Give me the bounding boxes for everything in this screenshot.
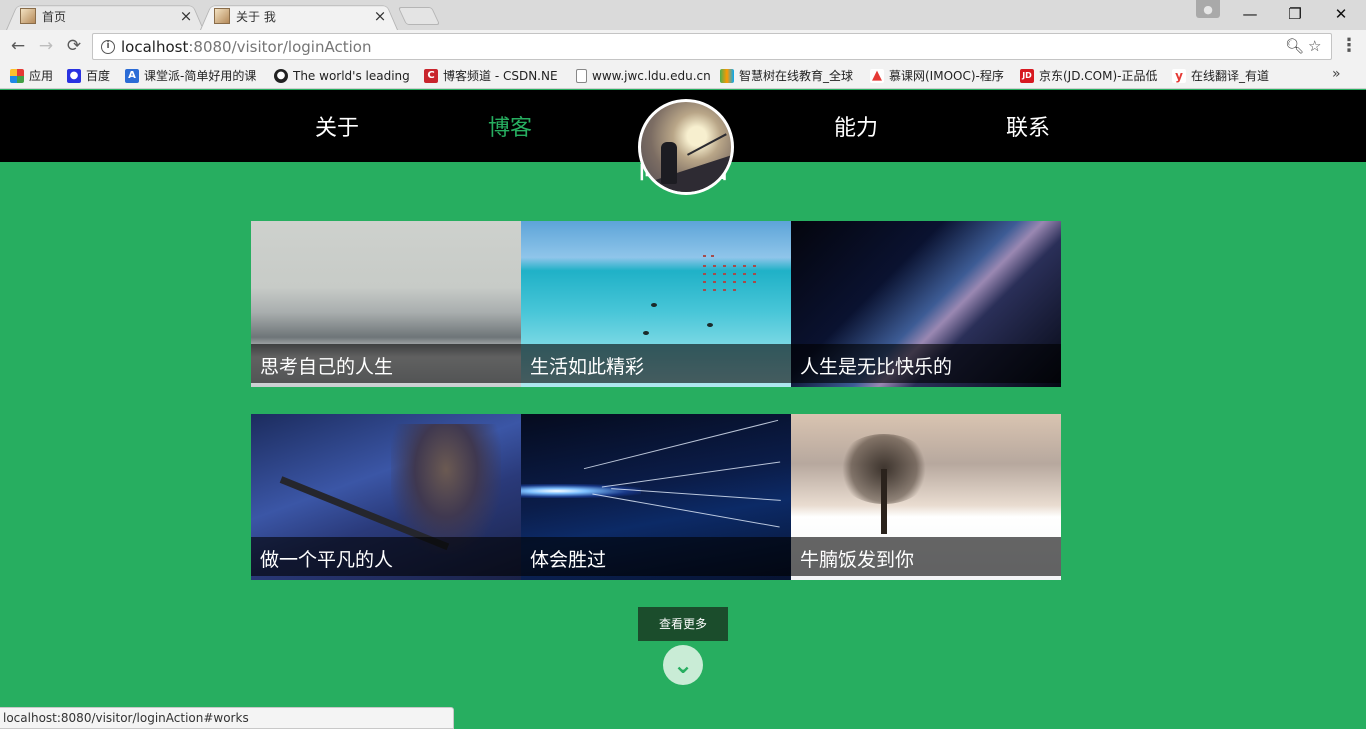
- tab-about[interactable]: 关于 我 ×: [200, 2, 398, 30]
- work-card[interactable]: 思考自己的人生: [251, 221, 521, 387]
- address-host: localhost: [121, 37, 189, 56]
- more-bookmarks-icon[interactable]: »: [1332, 66, 1341, 82]
- bookmark-github[interactable]: ● The world's leading: [274, 67, 410, 84]
- github-icon: ●: [274, 68, 288, 83]
- work-card[interactable]: 做一个平凡的人: [251, 414, 521, 580]
- work-caption: 生活如此精彩: [530, 356, 645, 378]
- back-button[interactable]: ←: [6, 34, 30, 58]
- reload-button[interactable]: ⟳: [62, 34, 86, 58]
- close-window-button[interactable]: ✕: [1318, 0, 1364, 28]
- browser-menu-icon[interactable]: ⋮: [1340, 35, 1358, 56]
- page-favicon-icon: [20, 8, 36, 24]
- imooc-flame-icon: ▲: [870, 67, 884, 83]
- bookmark-imooc[interactable]: ▲ 慕课网(IMOOC)-程序: [870, 67, 1006, 84]
- tab-close-icon[interactable]: ×: [178, 7, 194, 25]
- browser-tabstrip: 首页 × 关于 我 × ● — ❐ ✕: [0, 0, 1366, 30]
- work-caption: 体会胜过: [530, 549, 607, 571]
- bookmark-baidu[interactable]: ● 百度: [67, 67, 119, 84]
- chevron-double-down-icon[interactable]: ⌄: [663, 645, 703, 685]
- new-tab-button[interactable]: [397, 7, 441, 25]
- bookmark-jd[interactable]: JD 京东(JD.COM)-正品低: [1020, 67, 1158, 84]
- work-card[interactable]: 生活如此精彩: [521, 221, 791, 387]
- minimize-button[interactable]: —: [1227, 0, 1273, 28]
- tab-title: 关于 我: [236, 9, 276, 24]
- work-card[interactable]: 体会胜过: [521, 414, 791, 580]
- zhihuishu-icon: [720, 68, 734, 83]
- apps-grid-icon: [10, 68, 24, 83]
- jd-icon: JD: [1020, 68, 1034, 83]
- nav-contact[interactable]: 联系: [1006, 110, 1050, 142]
- work-card[interactable]: 牛腩饭发到你: [791, 414, 1061, 580]
- tab-close-icon[interactable]: ×: [372, 7, 388, 25]
- tab-title: 首页: [42, 9, 67, 24]
- nav-ability[interactable]: 能力: [834, 110, 878, 142]
- forward-button[interactable]: →: [34, 34, 58, 58]
- work-caption: 思考自己的人生: [260, 356, 394, 378]
- work-caption: 牛腩饭发到你: [800, 549, 915, 571]
- bookmarks-bar: 应用 ● 百度 A 课堂派-简单好用的课 ● The world's leadi…: [0, 62, 1366, 89]
- bookmark-csdn[interactable]: C 博客频道 - CSDN.NE: [424, 67, 560, 84]
- work-caption: 人生是无比快乐的: [800, 356, 953, 378]
- restore-button[interactable]: ❐: [1272, 0, 1318, 28]
- view-more-button[interactable]: 查看更多: [638, 607, 728, 641]
- csdn-icon: C: [424, 68, 438, 83]
- bookmark-zhihuishu[interactable]: 智慧树在线教育_全球: [720, 67, 856, 84]
- status-bar-url: localhost:8080/visitor/loginAction#works: [0, 707, 454, 729]
- work-card[interactable]: 人生是无比快乐的: [791, 221, 1061, 387]
- youdao-icon: y: [1172, 68, 1186, 83]
- site-info-icon[interactable]: i: [101, 39, 115, 54]
- zoom-icon[interactable]: 🔍︎: [1285, 37, 1304, 55]
- bookmark-ketangpai[interactable]: A 课堂派-简单好用的课: [125, 67, 260, 84]
- profile-icon[interactable]: ●: [1196, 0, 1220, 18]
- address-path: :8080/visitor/loginAction: [188, 37, 372, 56]
- bookmark-youdao[interactable]: y 在线翻译_有道: [1172, 67, 1282, 84]
- page-favicon-icon: [214, 8, 230, 24]
- bookmark-apps[interactable]: 应用: [10, 67, 60, 84]
- nav-blog[interactable]: 博客: [488, 110, 532, 142]
- bookmark-star-icon[interactable]: ☆: [1308, 37, 1321, 55]
- nav-about[interactable]: 关于: [315, 110, 359, 142]
- work-caption: 做一个平凡的人: [260, 549, 394, 571]
- bookmark-jwc[interactable]: www.jwc.ldu.edu.cn: [576, 67, 710, 84]
- browser-toolbar: ← → ⟳ i localhost:8080/visitor/loginActi…: [0, 30, 1366, 62]
- baidu-paw-icon: ●: [67, 68, 81, 83]
- address-bar[interactable]: i localhost:8080/visitor/loginAction 🔍︎ …: [92, 33, 1332, 60]
- ketangpai-icon: A: [125, 68, 139, 83]
- page-icon: [576, 68, 587, 83]
- tab-home[interactable]: 首页 ×: [6, 2, 204, 30]
- avatar[interactable]: [638, 99, 734, 195]
